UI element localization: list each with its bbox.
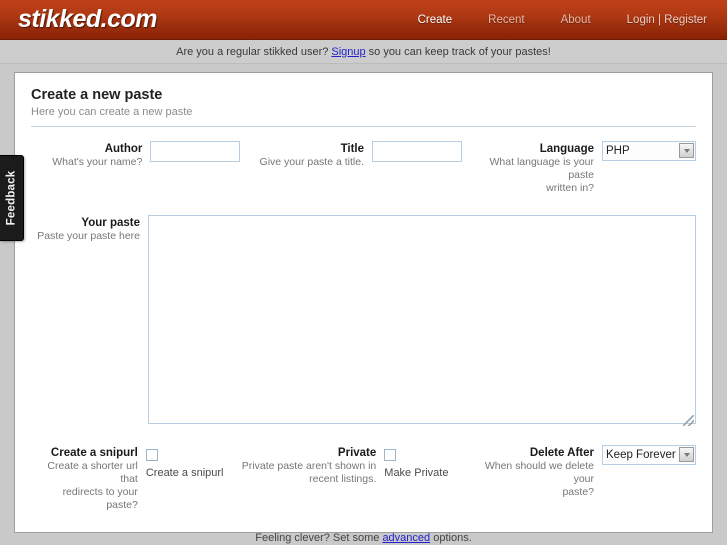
nav-item-recent[interactable]: Recent xyxy=(470,0,542,40)
field-language: Language What language is your paste wri… xyxy=(462,141,696,195)
private-hint-2: recent listings. xyxy=(309,473,377,485)
feedback-tab[interactable]: Feedback xyxy=(0,155,24,241)
delete-after-label: Delete After xyxy=(529,447,594,459)
language-label-block: Language What language is your paste wri… xyxy=(462,141,602,195)
site-header: stikked.com Create Recent About Login | … xyxy=(0,0,727,40)
signup-link[interactable]: Signup xyxy=(331,46,365,58)
title-label: Title xyxy=(340,143,364,155)
feedback-tab-label: Feedback xyxy=(5,170,18,226)
delete-after-select[interactable]: Keep Forever xyxy=(602,445,696,465)
snipurl-hint-1: Create a shorter url that xyxy=(47,460,138,485)
notice-text-after: so you can keep track of your pastes! xyxy=(368,45,551,58)
snipurl-checkbox-row[interactable]: Create a snipurl xyxy=(145,445,241,482)
snipurl-hint-2: redirects to your paste? xyxy=(62,486,138,511)
title-label-block: Title Give your paste a title. xyxy=(260,141,372,169)
paste-textarea[interactable] xyxy=(148,215,696,424)
nav-item-login-register[interactable]: Login | Register xyxy=(609,0,707,40)
author-label-block: Author What's your name? xyxy=(52,141,150,169)
field-private: Private Private paste aren't shown in re… xyxy=(240,445,462,486)
main-nav: Create Recent About Login | Register xyxy=(400,0,707,40)
form-row-meta: Author What's your name? Title Give your… xyxy=(31,141,696,195)
nav-item-about[interactable]: About xyxy=(543,0,609,40)
field-delete-after: Delete After When should we delete your … xyxy=(462,445,696,499)
field-author: Author What's your name? xyxy=(31,141,241,169)
notice-text-before: Are you a regular stikked user? xyxy=(176,45,329,58)
author-hint: What's your name? xyxy=(52,156,143,168)
delete-after-hint-2: paste? xyxy=(562,486,594,498)
paste-textarea-wrap xyxy=(148,215,696,429)
delete-after-select-wrap: Keep Forever xyxy=(602,445,696,465)
language-select-wrap: PHP xyxy=(602,141,696,161)
title-input[interactable] xyxy=(372,141,462,162)
language-hint-2: written in? xyxy=(546,182,594,194)
delete-after-hint-1: When should we delete your xyxy=(484,460,594,485)
language-hint-1: What language is your paste xyxy=(489,156,594,181)
private-hint-1: Private paste aren't shown in xyxy=(241,460,377,472)
page-subtitle: Here you can create a new paste xyxy=(31,106,193,118)
language-label: Language xyxy=(539,143,594,155)
private-label: Private xyxy=(337,447,377,459)
create-paste-card: Create a new paste Here you can create a… xyxy=(14,72,713,544)
private-checkbox-row[interactable]: Make Private xyxy=(384,445,462,482)
field-snipurl: Create a snipurl Create a shorter url th… xyxy=(31,445,240,512)
page-body: Create a new paste Here you can create a… xyxy=(0,64,727,544)
page-title: Create a new paste xyxy=(31,87,163,103)
clever-text-after: options. xyxy=(433,532,472,544)
form-row-options: Create a snipurl Create a shorter url th… xyxy=(31,445,696,512)
author-label: Author xyxy=(104,143,143,155)
private-checkbox-label: Make Private xyxy=(384,466,449,479)
snipurl-label-block: Create a snipurl Create a shorter url th… xyxy=(31,445,146,512)
snipurl-checkbox-label: Create a snipurl xyxy=(145,466,224,479)
field-title: Title Give your paste a title. xyxy=(240,141,462,169)
title-hint: Give your paste a title. xyxy=(259,156,364,168)
site-logo[interactable]: stikked.com xyxy=(18,6,158,32)
signup-notice-bar: Are you a regular stikked user? Signup s… xyxy=(0,40,727,64)
clever-text-before: Feeling clever? Set some xyxy=(255,532,380,544)
advanced-options-link[interactable]: advanced xyxy=(382,532,430,544)
language-select[interactable]: PHP xyxy=(602,141,696,161)
delete-after-label-block: Delete After When should we delete your … xyxy=(462,445,602,499)
private-label-block: Private Private paste aren't shown in re… xyxy=(240,445,384,486)
advanced-options-line: Feeling clever? Set some advanced option… xyxy=(31,532,696,544)
nav-item-create[interactable]: Create xyxy=(400,0,471,40)
paste-hint: Paste your paste here xyxy=(37,230,140,242)
private-checkbox[interactable] xyxy=(384,449,397,462)
author-input[interactable] xyxy=(150,141,241,162)
paste-label: Your paste xyxy=(81,217,140,229)
snipurl-checkbox[interactable] xyxy=(145,449,158,462)
header-divider xyxy=(31,126,696,127)
snipurl-label: Create a snipurl xyxy=(50,447,138,459)
form-row-paste: Your paste Paste your paste here xyxy=(31,215,696,429)
paste-label-block: Your paste Paste your paste here xyxy=(31,215,148,243)
